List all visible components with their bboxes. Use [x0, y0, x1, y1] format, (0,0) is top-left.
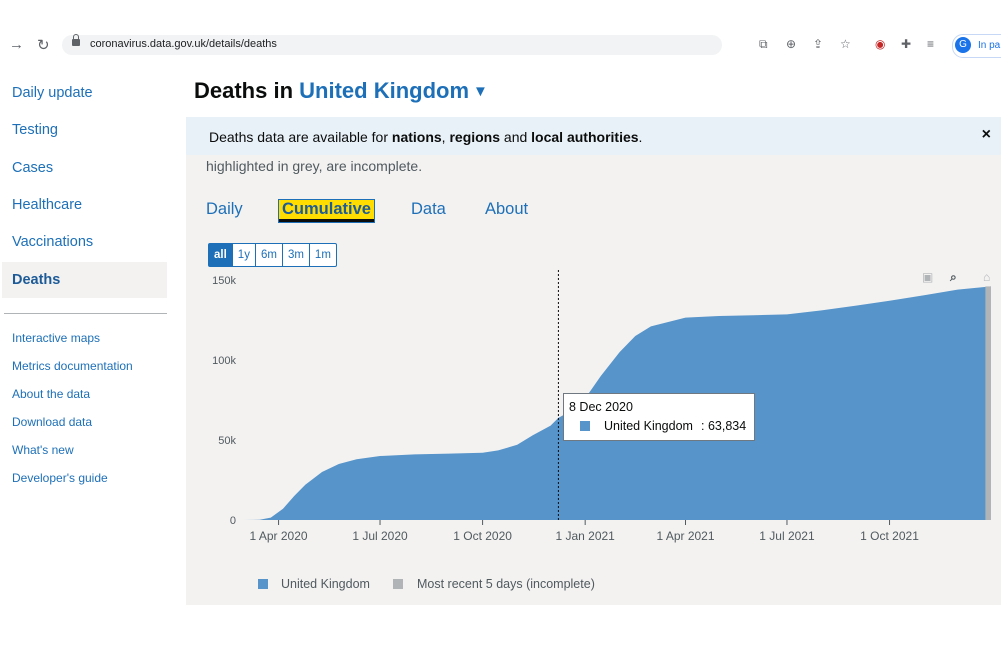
y-tick-label: 150k — [212, 275, 236, 287]
range-all-button[interactable]: all — [209, 244, 232, 266]
range-1m-button[interactable]: 1m — [308, 244, 336, 266]
reading-list-icon[interactable]: ≡ — [927, 37, 934, 51]
x-tick-label: 1 Jan 2021 — [555, 529, 615, 543]
banner-local-authorities: local authorities — [531, 129, 639, 145]
chevron-down-icon[interactable]: ▼ — [473, 83, 488, 100]
tab-cumulative[interactable]: Cumulative — [279, 200, 374, 222]
reload-icon[interactable]: ↻ — [37, 36, 50, 54]
banner-and: and — [500, 129, 532, 145]
tab-data[interactable]: Data — [411, 200, 446, 219]
translate-icon[interactable]: ⧉ — [759, 37, 768, 52]
x-axis: 1 Apr 2020 1 Jul 2020 1 Oct 2020 1 Jan 2021… — [250, 520, 919, 543]
page-title: Deaths in United Kingdom ▼ — [194, 78, 488, 104]
range-6m-button[interactable]: 6m — [254, 244, 282, 266]
incomplete-data-note: highlighted in grey, are incomplete. — [206, 158, 423, 174]
sidebar-item-healthcare[interactable]: Healthcare — [12, 197, 82, 213]
profile-label: In pa — [978, 40, 1001, 51]
legend-label-incomplete: Most recent 5 days (incomplete) — [417, 577, 595, 591]
banner-regions: regions — [449, 129, 501, 145]
page-title-prefix: Deaths in — [194, 78, 294, 103]
sidebar-link-download-data[interactable]: Download data — [12, 415, 92, 429]
sidebar-divider — [4, 313, 167, 314]
tooltip-swatch — [580, 421, 590, 431]
sidebar-link-interactive-maps[interactable]: Interactive maps — [12, 331, 100, 345]
x-tick-label: 1 Jul 2020 — [352, 529, 408, 543]
legend-swatch-united-kingdom — [258, 579, 268, 589]
banner-text: Deaths data are available for nations, r… — [209, 129, 642, 145]
url-text: coronavirus.data.gov.uk/details/deaths — [90, 38, 277, 50]
y-tick-label: 100k — [212, 355, 236, 367]
time-range-selector: all 1y 6m 3m 1m — [208, 243, 337, 267]
lock-icon — [72, 34, 80, 46]
tab-daily[interactable]: Daily — [206, 200, 243, 219]
y-tick-label: 0 — [230, 515, 236, 527]
puzzle-icon[interactable]: ✚ — [901, 37, 911, 51]
browser-toolbar: → ↻ coronavirus.data.gov.uk/details/deat… — [0, 32, 1001, 58]
sidebar-item-testing[interactable]: Testing — [12, 122, 58, 138]
x-tick-label: 1 Oct 2020 — [453, 529, 512, 543]
range-1y-button[interactable]: 1y — [231, 244, 255, 266]
x-tick-label: 1 Apr 2020 — [250, 529, 308, 543]
extension-icon[interactable]: ◉ — [875, 37, 885, 51]
banner-text-lead: Deaths data are available for — [209, 129, 392, 145]
sidebar-item-vaccinations[interactable]: Vaccinations — [12, 234, 93, 250]
range-3m-button[interactable]: 3m — [281, 244, 309, 266]
sidebar-item-deaths[interactable]: Deaths — [12, 272, 60, 288]
x-tick-label: 1 Jul 2021 — [759, 529, 815, 543]
tooltip-value: : 63,834 — [701, 419, 747, 433]
x-tick-label: 1 Apr 2021 — [656, 529, 714, 543]
chart-tooltip: 8 Dec 2020 United Kingdom : 63,834 — [563, 393, 755, 441]
y-tick-label: 50k — [218, 435, 236, 447]
sidebar-link-metrics-documentation[interactable]: Metrics documentation — [12, 359, 133, 373]
incomplete-period-bar — [985, 286, 991, 520]
banner-end: . — [638, 129, 643, 145]
sidebar-link-developers-guide[interactable]: Developer's guide — [12, 471, 108, 485]
area-selector[interactable]: United Kingdom — [299, 78, 469, 103]
bookmark-star-icon[interactable]: ☆ — [840, 37, 851, 51]
y-axis: 0 50k 100k 150k — [212, 275, 236, 527]
share-icon[interactable]: ⇪ — [813, 37, 823, 51]
tooltip-series: United Kingdom — [604, 419, 693, 433]
sidebar-link-whats-new[interactable]: What's new — [12, 443, 74, 457]
x-tick-label: 1 Oct 2021 — [860, 529, 919, 543]
avatar: G — [955, 37, 971, 53]
sidebar-item-cases[interactable]: Cases — [12, 160, 53, 176]
info-banner: Deaths data are available for nations, r… — [186, 117, 1001, 155]
close-icon[interactable]: × — [982, 126, 991, 144]
legend-swatch-incomplete — [393, 579, 403, 589]
sidebar-link-about-the-data[interactable]: About the data — [12, 387, 90, 401]
tooltip-date: 8 Dec 2020 — [569, 400, 633, 414]
legend-label-united-kingdom: United Kingdom — [281, 577, 370, 591]
banner-nations: nations — [391, 129, 442, 145]
zoom-icon[interactable]: ⊕ — [786, 37, 796, 51]
forward-arrow-icon[interactable]: → — [9, 36, 24, 53]
tab-about[interactable]: About — [485, 200, 528, 219]
sidebar-item-daily-update[interactable]: Daily update — [12, 85, 93, 101]
